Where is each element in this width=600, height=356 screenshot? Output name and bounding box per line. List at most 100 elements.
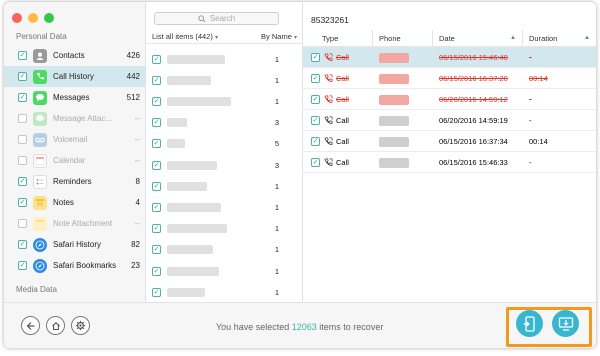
column-phone[interactable]: Phone — [373, 30, 433, 46]
sidebar-item-messages[interactable]: Messages 512 — [4, 87, 146, 108]
list-item[interactable]: 5 — [146, 133, 303, 155]
redacted-name — [167, 54, 225, 64]
call-icon — [324, 68, 333, 89]
recover-to-device-button[interactable] — [516, 310, 543, 337]
list-item[interactable]: 1 — [146, 218, 303, 240]
checkbox[interactable] — [152, 287, 161, 297]
checkbox[interactable] — [152, 96, 161, 106]
redacted-phone — [379, 68, 409, 89]
call-icon — [324, 110, 333, 131]
column-type[interactable]: Type — [303, 30, 373, 46]
checkbox[interactable] — [152, 160, 161, 170]
checkbox[interactable] — [18, 93, 27, 102]
checkbox[interactable] — [18, 219, 27, 228]
column-label: Phone — [379, 33, 401, 43]
section-label-personal: Personal Data — [16, 32, 67, 41]
checkbox[interactable] — [311, 95, 320, 104]
list-all-items-dropdown[interactable]: List all items (442) ▾ — [152, 32, 218, 41]
checkbox[interactable] — [18, 198, 27, 207]
call-record-row[interactable]: Call 06/20/2016 14:59:12 - — [303, 89, 596, 110]
sidebar-item-label: Voicemail — [53, 135, 88, 144]
call-duration: - — [529, 53, 532, 62]
list-item[interactable]: 1 — [146, 48, 303, 70]
checkbox[interactable] — [152, 202, 161, 212]
to-computer-icon — [558, 316, 573, 331]
sidebar-item-label: Safari History — [53, 240, 102, 249]
redacted-name — [167, 224, 227, 234]
checkbox[interactable] — [152, 118, 161, 128]
minimize-window-button[interactable] — [28, 13, 38, 23]
sidebar-item-voicemail[interactable]: Voicemail -- — [4, 129, 146, 150]
sort-by-name-dropdown[interactable]: By Name ▾ — [261, 32, 297, 41]
sidebar-item-safari-bookmarks[interactable]: Safari Bookmarks 23 — [4, 255, 146, 276]
sidebar-item-message-attachments[interactable]: Message Attac... -- — [4, 108, 146, 129]
checkbox[interactable] — [152, 54, 161, 64]
voicemail-icon — [33, 132, 47, 147]
to-device-icon — [523, 315, 535, 332]
checkbox[interactable] — [311, 137, 320, 146]
checkbox[interactable] — [18, 51, 27, 60]
call-icon — [324, 47, 333, 68]
sidebar-item-count: 8 — [135, 177, 140, 186]
sidebar-item-notes[interactable]: Notes 4 — [4, 192, 146, 213]
home-button[interactable] — [46, 316, 65, 335]
search-icon — [198, 14, 206, 23]
settings-button[interactable] — [71, 316, 90, 335]
checkbox[interactable] — [18, 135, 27, 144]
list-item[interactable]: 1 — [146, 196, 303, 218]
checkbox[interactable] — [311, 116, 320, 125]
item-count: 1 — [274, 75, 279, 85]
call-date: 06/15/2016 15:46:33 — [439, 158, 508, 167]
redacted-phone — [379, 47, 409, 68]
sidebar-item-safari-history[interactable]: Safari History 82 — [4, 234, 146, 255]
call-record-row[interactable]: Call 06/15/2016 15:46:40 - — [303, 47, 596, 68]
column-duration[interactable]: Duration ▲ — [523, 30, 596, 46]
list-item[interactable]: 1 — [146, 69, 303, 91]
call-record-row[interactable]: Call 06/20/2016 14:59:19 - — [303, 110, 596, 131]
recover-to-computer-button[interactable] — [552, 310, 579, 337]
column-label: Type — [322, 33, 339, 43]
sidebar-item-calendar[interactable]: Calendar -- — [4, 150, 146, 171]
checkbox[interactable] — [152, 224, 161, 234]
checkbox[interactable] — [152, 139, 161, 149]
search-placeholder: Search — [209, 14, 236, 23]
close-window-button[interactable] — [12, 13, 22, 23]
checkbox[interactable] — [311, 53, 320, 62]
call-date: 06/20/2016 14:59:19 — [439, 116, 508, 125]
list-item[interactable]: 1 — [146, 260, 303, 282]
call-record-row[interactable]: Call 06/15/2016 15:46:33 - — [303, 152, 596, 173]
back-button[interactable] — [21, 316, 40, 335]
checkbox[interactable] — [152, 75, 161, 85]
checkbox[interactable] — [18, 72, 27, 81]
checkbox[interactable] — [18, 240, 27, 249]
list-item[interactable]: 1 — [146, 281, 303, 303]
checkbox[interactable] — [152, 266, 161, 276]
list-all-label: List all items (442) — [152, 32, 213, 41]
list-item[interactable]: 3 — [146, 154, 303, 176]
sidebar-item-reminders[interactable]: Reminders 8 — [4, 171, 146, 192]
list-item[interactable]: 1 — [146, 239, 303, 261]
checkbox[interactable] — [311, 74, 320, 83]
sidebar-item-note-attachment[interactable]: Note Attachment -- — [4, 213, 146, 234]
list-item[interactable]: 1 — [146, 175, 303, 197]
checkbox[interactable] — [18, 177, 27, 186]
checkbox[interactable] — [311, 158, 320, 167]
checkbox[interactable] — [18, 114, 27, 123]
chevron-down-icon: ▾ — [214, 35, 218, 41]
list-item[interactable]: 1 — [146, 90, 303, 112]
checkbox[interactable] — [18, 156, 27, 165]
column-date[interactable]: Date ▲ — [433, 30, 523, 46]
message-attachment-icon — [33, 111, 47, 126]
sidebar-item-contacts[interactable]: Contacts 426 — [4, 45, 146, 66]
call-icon — [324, 152, 333, 173]
call-record-row[interactable]: Call 06/15/2016 16:37:34 00:14 — [303, 131, 596, 152]
list-item[interactable]: 3 — [146, 112, 303, 134]
checkbox[interactable] — [18, 261, 27, 270]
sidebar-item-call-history[interactable]: Call History 442 — [4, 66, 146, 87]
redacted-name — [167, 75, 211, 85]
checkbox[interactable] — [152, 245, 161, 255]
checkbox[interactable] — [152, 181, 161, 191]
search-input[interactable]: Search — [154, 12, 279, 25]
call-record-row[interactable]: Call 06/15/2016 16:37:20 00:14 — [303, 68, 596, 89]
zoom-window-button[interactable] — [44, 13, 54, 23]
